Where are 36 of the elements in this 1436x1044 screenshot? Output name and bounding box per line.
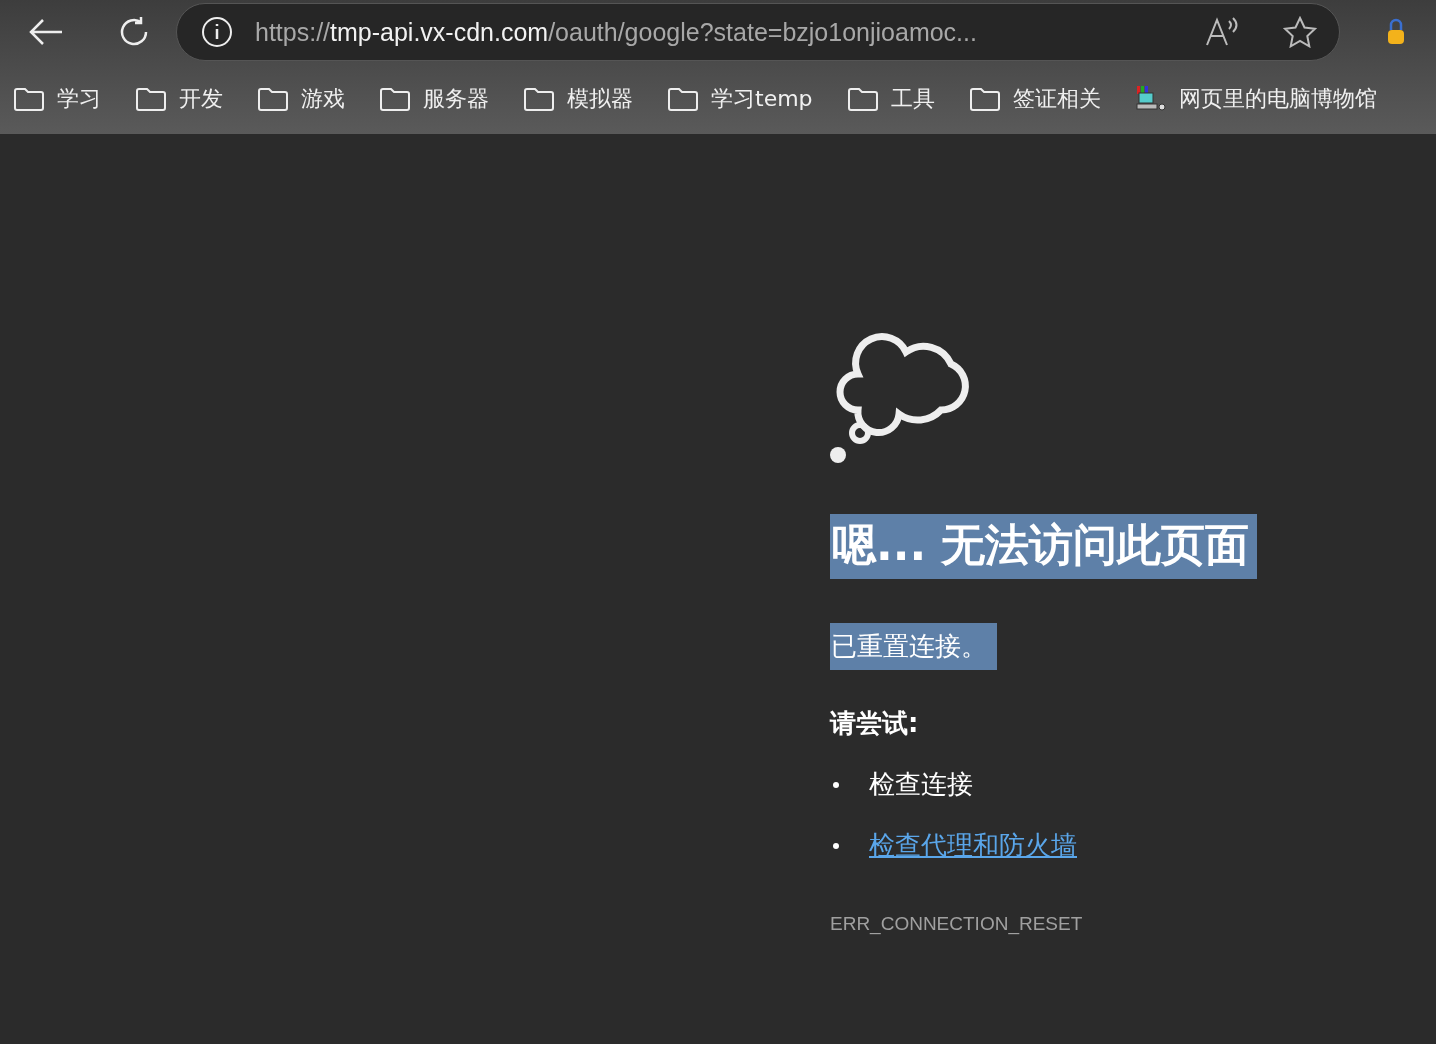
address-bar[interactable]: https://tmp-api.vx-cdn.com/oauth/google?state=bzjo1onjioamoc... [176, 3, 1340, 61]
bookmark-item[interactable]: 工具 [846, 84, 935, 114]
bullet-icon [833, 842, 839, 849]
bullet-icon [833, 781, 839, 788]
folder-icon [523, 86, 555, 112]
url-text: https://tmp-api.vx-cdn.com/oauth/google?state=bzjo1onjioamoc... [255, 17, 978, 47]
back-arrow-icon [28, 17, 64, 47]
folder-icon [13, 86, 45, 112]
folder-icon [379, 86, 411, 112]
suggestions-label: 请尝试: [830, 707, 920, 740]
folder-icon [135, 86, 167, 112]
folder-icon [968, 86, 1001, 112]
bookmark-item[interactable]: 模拟器 [523, 84, 633, 114]
star-icon [1283, 16, 1317, 48]
folder-icon [257, 86, 289, 112]
favorite-button[interactable] [1283, 16, 1317, 48]
read-aloud-icon [1205, 17, 1239, 47]
bookmark-item[interactable]: 学习 [13, 84, 101, 114]
info-icon [201, 16, 233, 48]
error-message: 已重置连接。 [830, 623, 997, 670]
folder-icon [846, 86, 879, 112]
bookmark-item[interactable]: 游戏 [257, 84, 345, 114]
suggestion-text: 检查连接 [869, 768, 973, 801]
bookmark-item[interactable]: 签证相关 [968, 84, 1101, 114]
computer-icon [1134, 85, 1167, 113]
folder-icon [667, 86, 699, 112]
lock-icon [1386, 18, 1406, 46]
bookmark-item[interactable]: 开发 [135, 84, 223, 114]
error-heading: 嗯... 无法访问此页面 [830, 514, 1258, 579]
bookmark-item[interactable]: 服务器 [379, 84, 489, 114]
error-code: ERR_CONNECTION_RESET [830, 913, 1084, 935]
bookmark-item[interactable]: 学习temp [667, 84, 813, 114]
suggestion-link[interactable]: 检查代理和防火墙 [869, 828, 1077, 863]
bookmark-item[interactable]: 网页里的电脑博物馆 [1134, 84, 1377, 114]
lock-button[interactable] [1386, 18, 1406, 46]
read-aloud-button[interactable] [1205, 17, 1239, 47]
